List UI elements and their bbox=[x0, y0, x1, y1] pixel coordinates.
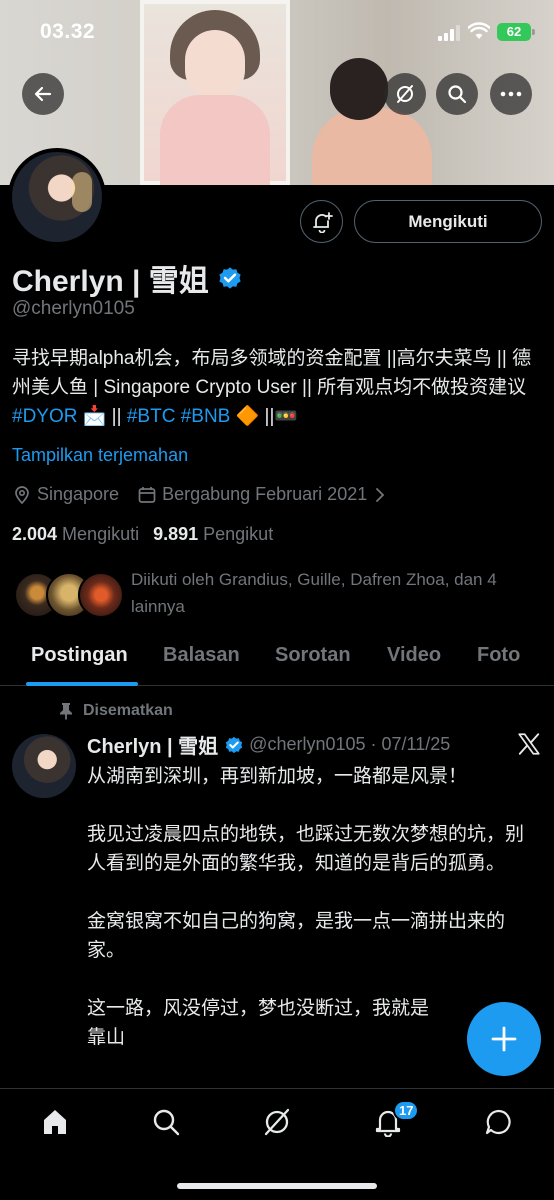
grok-button[interactable] bbox=[384, 73, 426, 115]
battery-indicator: 62 bbox=[497, 23, 535, 41]
followers-count: 9.891 bbox=[153, 524, 199, 544]
compose-post-button[interactable] bbox=[467, 1002, 541, 1076]
pinned-label: Disematkan bbox=[83, 702, 173, 719]
banner-person-hair bbox=[330, 58, 388, 120]
following-count-link[interactable]: 2.004 Mengikuti bbox=[12, 524, 139, 545]
verified-badge-icon[interactable] bbox=[217, 265, 243, 291]
following-button[interactable]: Mengikuti bbox=[354, 200, 542, 243]
post-header: Cherlyn | 雪姐 @cherlyn0105 · 07/11/25 bbox=[87, 730, 450, 759]
post-meta: @cherlyn0105 · 07/11/25 bbox=[249, 734, 451, 754]
post-text[interactable]: 从湖南到深圳，再到新加坡，一路都是风景！ 我见过凌晨四点的地铁，也踩过无数次梦想… bbox=[87, 762, 542, 1052]
pin-icon bbox=[60, 703, 72, 720]
search-icon bbox=[448, 85, 467, 104]
message-bubble-icon bbox=[485, 1109, 511, 1135]
verified-badge-icon bbox=[226, 736, 243, 753]
cellular-signal-icon bbox=[438, 25, 460, 41]
location-item: Singapore bbox=[12, 484, 119, 505]
notification-count-badge: 17 bbox=[393, 1100, 420, 1121]
chevron-right-icon bbox=[376, 487, 385, 502]
back-button[interactable] bbox=[22, 73, 64, 115]
profile-handle: @cherlyn0105 bbox=[12, 298, 135, 319]
arrow-left-icon bbox=[34, 86, 52, 102]
show-translation-link[interactable]: Tampilkan terjemahan bbox=[12, 445, 188, 466]
banner-person-body bbox=[312, 108, 432, 185]
location-pin-icon bbox=[15, 485, 29, 504]
grok-icon bbox=[264, 1108, 290, 1136]
post-author-avatar[interactable] bbox=[12, 734, 76, 798]
following-label: Mengikuti bbox=[62, 524, 140, 544]
profile-bio: 寻找早期alpha机会，布局多领域的资金配置 ||高尔夫菜鸟 || 德州美人鱼 … bbox=[12, 344, 542, 431]
wifi-icon bbox=[468, 22, 490, 39]
plus-icon bbox=[491, 1026, 517, 1052]
more-button[interactable] bbox=[490, 73, 532, 115]
notification-subscribe-button[interactable] bbox=[300, 200, 343, 243]
status-bar: 03.32 62 bbox=[0, 0, 554, 64]
profile-name-row: Cherlyn | 雪姐 bbox=[12, 256, 243, 300]
tab-photos[interactable]: Foto bbox=[477, 644, 520, 667]
bio-text: 寻找早期alpha机会，布局多领域的资金配置 ||高尔夫菜鸟 || 德州美人鱼 … bbox=[12, 348, 532, 398]
home-icon bbox=[44, 1110, 66, 1134]
hashtag-dyor[interactable]: #DYOR bbox=[12, 406, 77, 427]
hashtag-btc[interactable]: #BTC bbox=[127, 406, 176, 427]
followers-label: Pengikut bbox=[203, 524, 274, 544]
pinned-label-row: Disematkan bbox=[58, 702, 173, 720]
x-logo-icon[interactable] bbox=[516, 731, 542, 757]
bio-text: 📩 || bbox=[77, 406, 127, 427]
nav-grok[interactable] bbox=[260, 1105, 294, 1139]
joined-text: Bergabung Februari 2021 bbox=[162, 484, 368, 504]
profile-meta: Singapore Bergabung Februari 2021 bbox=[12, 484, 410, 505]
joined-item[interactable]: Bergabung Februari 2021 bbox=[137, 484, 392, 505]
status-time: 03.32 bbox=[40, 20, 96, 43]
post-author-name[interactable]: Cherlyn | 雪姐 bbox=[87, 730, 218, 759]
bell-plus-icon bbox=[312, 211, 333, 233]
tab-highlights[interactable]: Sorotan bbox=[275, 644, 351, 667]
followers-count-link[interactable]: 9.891 Pengikut bbox=[153, 524, 273, 545]
avatar bbox=[78, 572, 124, 618]
nav-messages[interactable] bbox=[482, 1105, 516, 1139]
search-icon bbox=[153, 1109, 180, 1136]
nav-home[interactable] bbox=[38, 1105, 72, 1139]
followed-by-text[interactable]: Diikuti oleh Grandius, Guille, Dafren Zh… bbox=[131, 566, 541, 620]
more-dots-icon bbox=[500, 91, 522, 97]
grok-icon bbox=[397, 85, 413, 103]
banner-painting-body bbox=[160, 95, 270, 185]
tab-posts[interactable]: Postingan bbox=[31, 644, 128, 667]
tab-video[interactable]: Video bbox=[387, 644, 441, 667]
profile-name: Cherlyn | 雪姐 bbox=[12, 265, 209, 298]
bio-text: 🔶 ||🚥 bbox=[230, 406, 299, 427]
mutual-followers-avatars[interactable] bbox=[14, 572, 124, 620]
home-indicator[interactable] bbox=[177, 1183, 377, 1189]
nav-explore[interactable] bbox=[149, 1105, 183, 1139]
follow-counts: 2.004 Mengikuti 9.891 Pengikut bbox=[12, 524, 287, 545]
profile-tabs: Postingan Balasan Sorotan Video Foto bbox=[0, 640, 554, 686]
hashtag-bnb[interactable]: #BNB bbox=[181, 406, 231, 427]
active-tab-indicator bbox=[26, 682, 138, 686]
search-button[interactable] bbox=[436, 73, 478, 115]
calendar-icon bbox=[138, 486, 156, 503]
profile-avatar[interactable] bbox=[8, 148, 106, 246]
tab-replies[interactable]: Balasan bbox=[163, 644, 240, 667]
following-count: 2.004 bbox=[12, 524, 58, 544]
location-text: Singapore bbox=[37, 484, 120, 504]
